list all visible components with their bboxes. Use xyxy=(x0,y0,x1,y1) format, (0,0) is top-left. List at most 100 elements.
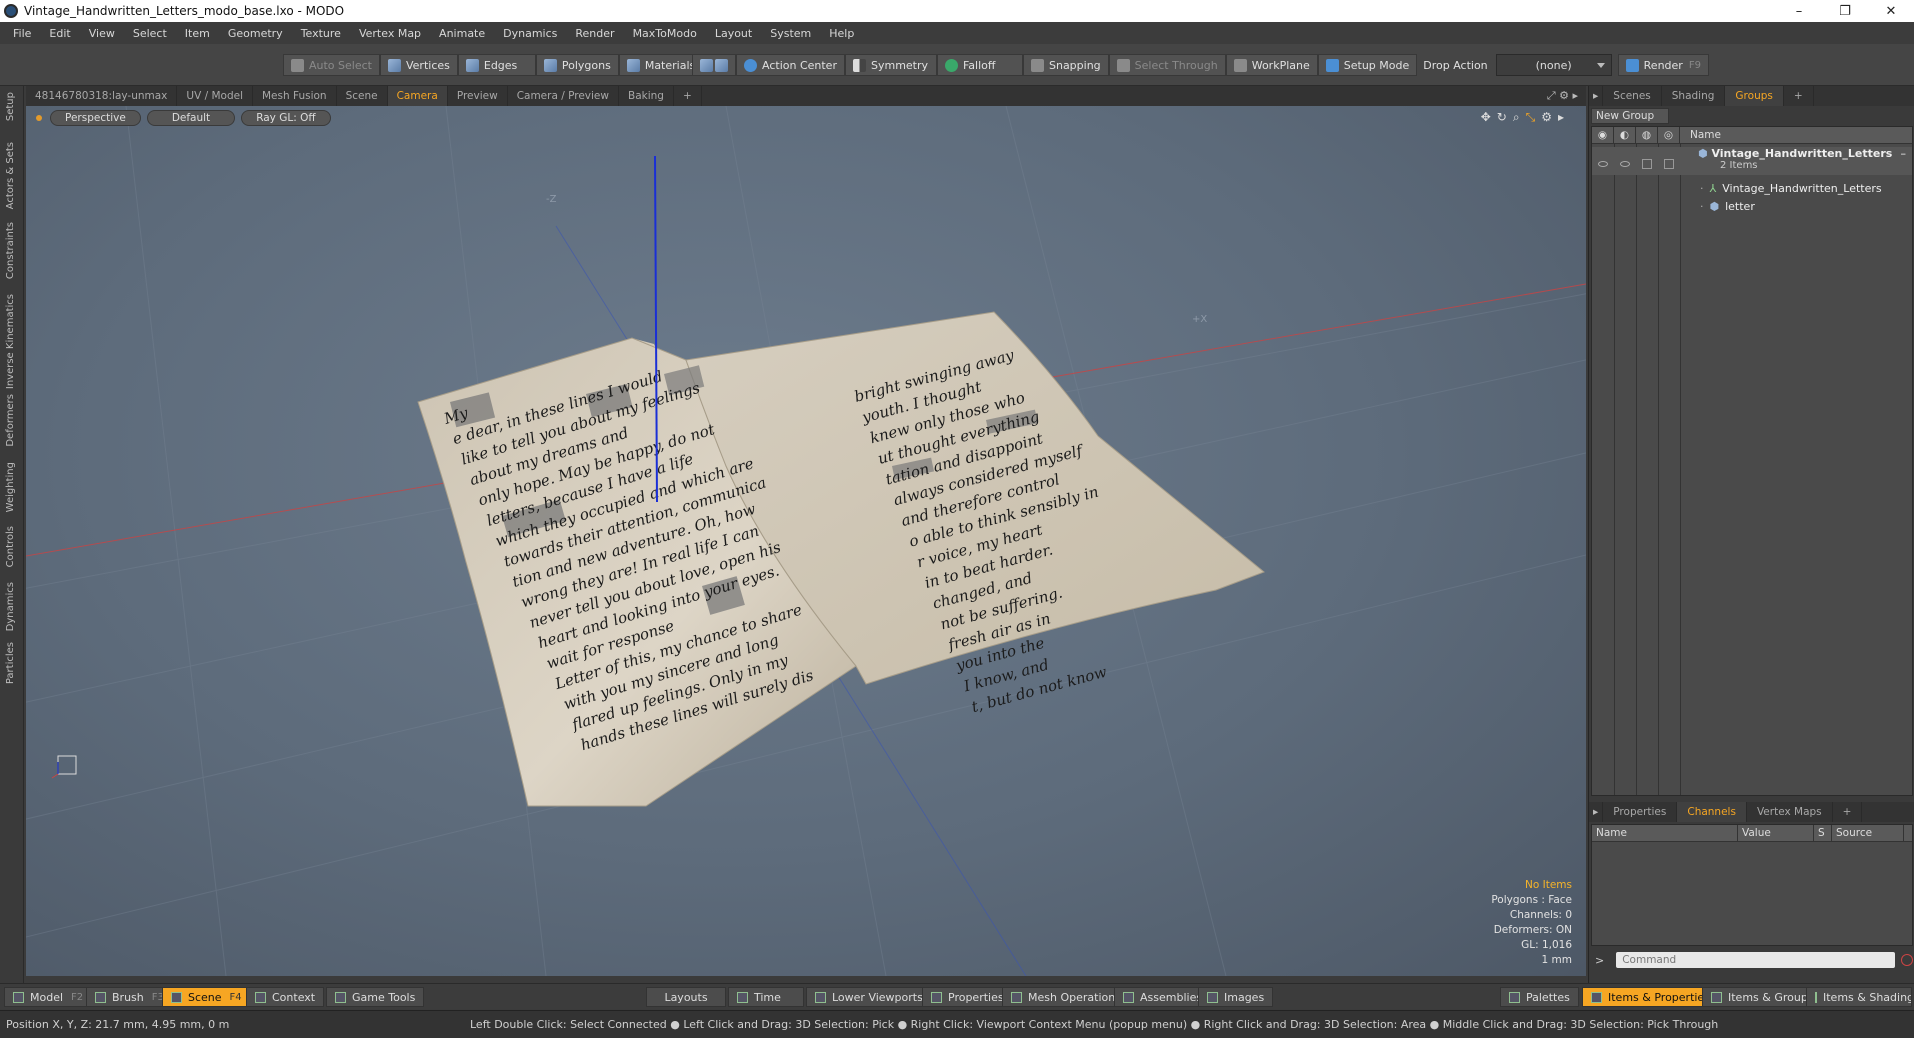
tab-camera[interactable]: Camera xyxy=(387,86,448,106)
close-button[interactable]: ✕ xyxy=(1868,4,1914,19)
fit-icon[interactable]: ⤡ xyxy=(1526,110,1536,125)
viewport-options-icon[interactable]: ⤢ ⚙ ▸ xyxy=(1547,89,1586,103)
add-panel-tab-button[interactable]: + xyxy=(1784,86,1814,106)
menu-geometry[interactable]: Geometry xyxy=(228,27,283,40)
menu-vertex-map[interactable]: Vertex Map xyxy=(359,27,421,40)
command-input[interactable]: Command xyxy=(1616,952,1896,968)
context-layout-button[interactable]: Context xyxy=(246,987,325,1007)
pan-icon[interactable]: ✥ xyxy=(1481,110,1491,125)
tab-baking[interactable]: Baking xyxy=(619,86,674,106)
panel-menu-icon[interactable]: ▸ xyxy=(1589,86,1604,106)
group-child-row[interactable]: · ⅄ Vintage_Handwritten_Letters xyxy=(1592,179,1912,197)
shading-dropdown[interactable]: Default xyxy=(146,110,236,126)
render-toggle-icon[interactable] xyxy=(1620,160,1630,167)
brush-layout-button[interactable]: Brush F3 xyxy=(86,987,173,1007)
visibility-col-icon[interactable]: ◉ xyxy=(1592,126,1614,144)
tab-weighting[interactable]: Weighting xyxy=(5,462,16,512)
materials-button[interactable]: Materials xyxy=(618,54,704,76)
tab-channels[interactable]: Channels xyxy=(1677,802,1747,822)
vertices-button[interactable]: Vertices xyxy=(379,54,458,76)
lock-col-icon[interactable]: ◍ xyxy=(1636,126,1658,144)
minimize-button[interactable]: – xyxy=(1776,4,1822,19)
menu-item[interactable]: Item xyxy=(185,27,210,40)
tab-inverse-kinematics[interactable]: Inverse Kinematics xyxy=(5,294,16,389)
tab-particles[interactable]: Particles xyxy=(5,642,16,684)
tab-uv-model[interactable]: UV / Model xyxy=(177,86,253,106)
command-history-icon[interactable] xyxy=(1901,954,1913,966)
orbit-icon[interactable]: ↻ xyxy=(1497,110,1507,125)
symmetry-button[interactable]: Symmetry xyxy=(844,54,937,76)
layouts-button[interactable]: Layouts xyxy=(646,987,726,1007)
select-col-icon[interactable]: ◎ xyxy=(1658,126,1680,144)
menu-dynamics[interactable]: Dynamics xyxy=(503,27,557,40)
render-col-icon[interactable]: ◐ xyxy=(1614,126,1636,144)
tab-scene[interactable]: Scene xyxy=(337,86,388,106)
properties-button[interactable]: Properties xyxy=(922,987,1013,1007)
menu-file[interactable]: File xyxy=(13,27,31,40)
raygl-dropdown[interactable]: Ray GL: Off xyxy=(241,110,331,126)
menu-system[interactable]: System xyxy=(770,27,811,40)
falloff-button[interactable]: Falloff xyxy=(936,54,1023,76)
menu-layout[interactable]: Layout xyxy=(715,27,752,40)
items-groups-button[interactable]: Items & Groups xyxy=(1702,987,1823,1007)
tab-deformers[interactable]: Deformers xyxy=(5,394,16,447)
menu-maxtomodo[interactable]: MaxToModo xyxy=(633,27,697,40)
new-group-button[interactable]: New Group xyxy=(1591,108,1669,124)
add-panel-tab-button[interactable]: + xyxy=(1833,802,1863,822)
visibility-eye-icon[interactable] xyxy=(1598,160,1608,167)
menu-render[interactable]: Render xyxy=(575,27,614,40)
select-toggle-icon[interactable] xyxy=(1664,158,1674,169)
drop-action-select[interactable]: (none) xyxy=(1495,54,1612,76)
setup-mode-button[interactable]: Setup Mode xyxy=(1317,54,1418,76)
menu-edit[interactable]: Edit xyxy=(49,27,70,40)
menu-help[interactable]: Help xyxy=(829,27,854,40)
tab-properties[interactable]: Properties xyxy=(1603,802,1678,822)
menu-view[interactable]: View xyxy=(89,27,115,40)
viewport-expand-icon[interactable]: ▸ xyxy=(1558,110,1564,125)
add-tab-button[interactable]: + xyxy=(674,86,702,106)
viewport-settings-icon[interactable]: ⚙ xyxy=(1541,110,1552,125)
zoom-icon[interactable]: ⌕ xyxy=(1513,110,1520,125)
group-child-row[interactable]: · ⬢ letter xyxy=(1592,197,1912,215)
tab-vertex-maps[interactable]: Vertex Maps xyxy=(1747,802,1833,822)
assemblies-button[interactable]: Assemblies xyxy=(1114,987,1212,1007)
model-layout-button[interactable]: Model F2 xyxy=(4,987,93,1007)
lower-viewports-button[interactable]: Lower Viewports xyxy=(806,987,932,1007)
palettes-button[interactable]: Palettes xyxy=(1500,987,1579,1007)
render-button[interactable]: Render F9 xyxy=(1617,54,1709,76)
menu-animate[interactable]: Animate xyxy=(439,27,485,40)
panel-menu-icon[interactable]: ▸ xyxy=(1589,802,1604,822)
polygons-button[interactable]: Polygons xyxy=(535,54,619,76)
game-tools-layout-button[interactable]: Game Tools xyxy=(326,987,425,1007)
lock-toggle-icon[interactable] xyxy=(1642,158,1652,169)
viewport-menu-dot[interactable] xyxy=(36,115,42,121)
edges-button[interactable]: Edges xyxy=(457,54,536,76)
action-center-button[interactable]: Action Center xyxy=(736,54,845,76)
3d-viewport[interactable]: Mye dear, in these lines I wouldlike to … xyxy=(26,106,1586,976)
images-button[interactable]: Images xyxy=(1198,987,1274,1007)
perspective-dropdown[interactable]: Perspective xyxy=(50,110,141,126)
tab-shading[interactable]: Shading xyxy=(1662,86,1726,106)
tab-preview[interactable]: Preview xyxy=(448,86,508,106)
items-shading-button[interactable]: Items & Shading xyxy=(1806,987,1912,1007)
mesh-operations-button[interactable]: Mesh Operations xyxy=(1002,987,1130,1007)
tab-camera-preview[interactable]: Camera / Preview xyxy=(508,86,619,106)
items-properties-button[interactable]: Items & Properties xyxy=(1582,987,1719,1007)
select-through-button[interactable]: Select Through xyxy=(1108,54,1226,76)
time-button[interactable]: Time xyxy=(728,987,804,1007)
auto-select-button[interactable]: Auto Select xyxy=(283,54,380,76)
tab-actors-sets[interactable]: Actors & Sets xyxy=(5,142,16,209)
tab-setup[interactable]: Setup xyxy=(5,92,16,121)
scene-layout-button[interactable]: Scene F4 xyxy=(162,987,251,1007)
tab-controls[interactable]: Controls xyxy=(5,526,16,567)
transform-toggle-button[interactable] xyxy=(692,54,736,76)
tab-dynamics[interactable]: Dynamics xyxy=(5,582,16,631)
group-row-root[interactable]: ⬢ Vintage_Handwritten_Letters 2 Items – xyxy=(1592,147,1912,175)
row-menu-icon[interactable]: – xyxy=(1901,147,1907,160)
menu-select[interactable]: Select xyxy=(133,27,167,40)
workplane-button[interactable]: WorkPlane xyxy=(1225,54,1318,76)
tab-scenes[interactable]: Scenes xyxy=(1603,86,1662,106)
tab-groups[interactable]: Groups xyxy=(1725,86,1784,106)
tab-constraints[interactable]: Constraints xyxy=(5,222,16,279)
tab-mesh-fusion[interactable]: Mesh Fusion xyxy=(253,86,337,106)
